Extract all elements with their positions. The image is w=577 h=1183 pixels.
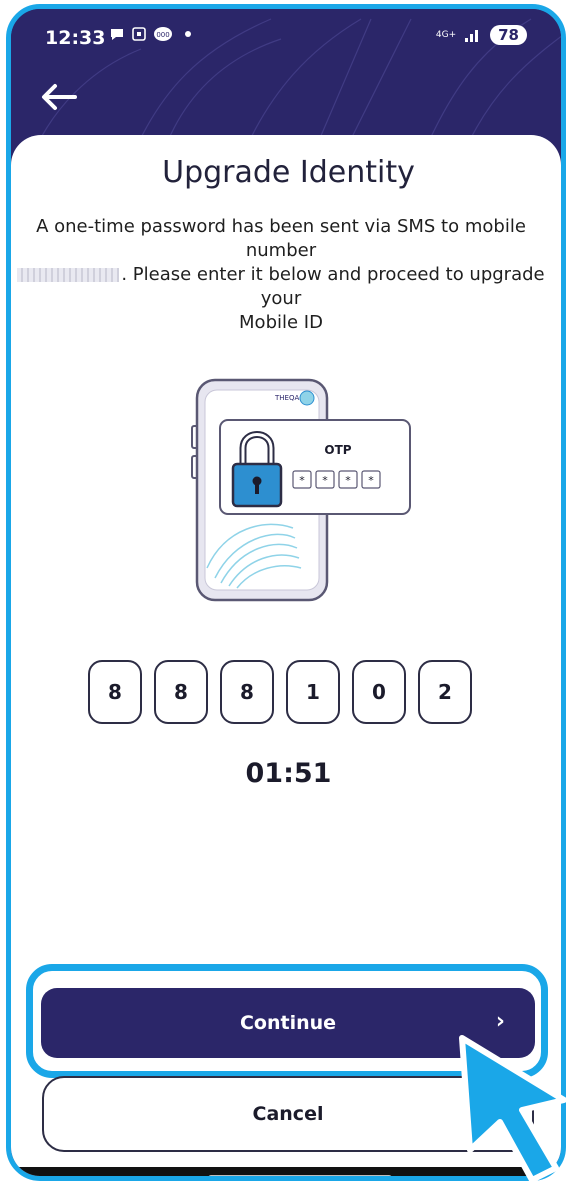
otp-digit-1[interactable]: 8 — [88, 660, 142, 724]
masked-phone-number — [17, 268, 120, 282]
otp-mask-char: * — [368, 474, 374, 487]
otp-digit-3[interactable]: 8 — [220, 660, 274, 724]
svg-text:000: 000 — [156, 31, 169, 39]
app-icon: 000 — [154, 27, 172, 41]
back-arrow-icon[interactable] — [37, 77, 81, 117]
otp-digit-5[interactable]: 0 — [352, 660, 406, 724]
otp-digit-4[interactable]: 1 — [286, 660, 340, 724]
otp-mask-char: * — [322, 474, 328, 487]
signal-icon — [465, 30, 479, 42]
description-line-3: Mobile ID — [239, 312, 323, 333]
chat-icon — [111, 29, 123, 40]
battery-indicator: 78 — [490, 25, 527, 45]
otp-digit-2[interactable]: 8 — [154, 660, 208, 724]
battery-level: 78 — [498, 26, 519, 44]
brand-logo-icon — [299, 390, 315, 406]
network-type: 4G+ — [435, 29, 457, 40]
notification-icons: 000 — [109, 26, 191, 42]
status-time: 12:33 — [45, 27, 106, 49]
otp-description: A one-time password has been sent via SM… — [6, 215, 556, 335]
otp-mask-char: * — [345, 474, 351, 487]
cancel-label: Cancel — [252, 1103, 324, 1125]
status-right: 4G+ 78 — [436, 25, 527, 45]
otp-illustration: THEQA OTP * * * * — [191, 378, 411, 602]
description-line-1: A one-time password has been sent via SM… — [36, 216, 526, 261]
status-bar: 12:33 000 4G+ 78 — [11, 9, 561, 65]
more-notifications-dot — [185, 31, 191, 37]
otp-input-group: 8 8 8 1 0 2 — [88, 660, 472, 724]
description-line-2: . Please enter it below and proceed to u… — [121, 264, 545, 309]
pointer-cursor-icon — [459, 1035, 567, 1183]
countdown-timer: 01:51 — [245, 758, 332, 789]
home-indicator[interactable] — [208, 1175, 392, 1176]
otp-mask-char: * — [299, 474, 305, 487]
otp-digit-6[interactable]: 2 — [418, 660, 472, 724]
brand-logo-text: THEQA — [274, 394, 299, 402]
continue-label: Continue — [239, 1012, 337, 1034]
otp-card-label: OTP — [324, 443, 351, 457]
page-title: Upgrade Identity — [162, 155, 415, 190]
screenshot-icon — [132, 27, 146, 41]
